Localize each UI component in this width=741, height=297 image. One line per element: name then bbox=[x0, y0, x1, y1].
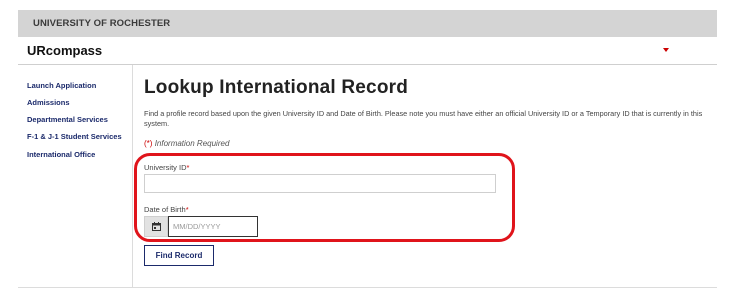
university-name: UNIVERSITY OF ROCHESTER bbox=[33, 18, 171, 29]
university-id-input[interactable] bbox=[144, 174, 496, 193]
sidebar: Launch Application Admissions Department… bbox=[18, 65, 133, 287]
university-id-label-text: University ID bbox=[144, 163, 187, 172]
dob-input[interactable] bbox=[168, 216, 258, 237]
app-header: URcompass bbox=[18, 37, 717, 65]
calendar-icon bbox=[151, 222, 161, 231]
required-star: * bbox=[185, 205, 189, 214]
divider bbox=[18, 287, 717, 288]
dob-label-text: Date of Birth bbox=[144, 205, 186, 214]
university-banner: UNIVERSITY OF ROCHESTER bbox=[18, 10, 717, 37]
sidebar-item-departmental-services[interactable]: Departmental Services bbox=[27, 115, 108, 124]
main-content: Lookup International Record Find a profi… bbox=[133, 65, 717, 287]
sidebar-item-international-office[interactable]: International Office bbox=[27, 150, 95, 159]
required-note: (*) Information Required bbox=[144, 139, 229, 148]
sidebar-item-student-services[interactable]: F-1 & J-1 Student Services bbox=[27, 132, 122, 141]
sidebar-item-admissions[interactable]: Admissions bbox=[27, 98, 70, 107]
find-record-button[interactable]: Find Record bbox=[144, 245, 214, 266]
required-marker: (*) bbox=[144, 139, 153, 148]
dob-label: Date of Birth* bbox=[144, 205, 189, 214]
page-title: Lookup International Record bbox=[144, 77, 409, 98]
university-id-label: University ID* bbox=[144, 163, 189, 172]
app-name[interactable]: URcompass bbox=[27, 43, 102, 58]
required-star: * bbox=[186, 163, 190, 172]
calendar-button[interactable] bbox=[144, 216, 168, 237]
required-note-text: Information Required bbox=[154, 139, 230, 148]
sidebar-item-launch-application[interactable]: Launch Application bbox=[27, 81, 96, 90]
page-description: Find a profile record based upon the giv… bbox=[144, 109, 703, 128]
chevron-down-icon[interactable] bbox=[663, 48, 669, 52]
